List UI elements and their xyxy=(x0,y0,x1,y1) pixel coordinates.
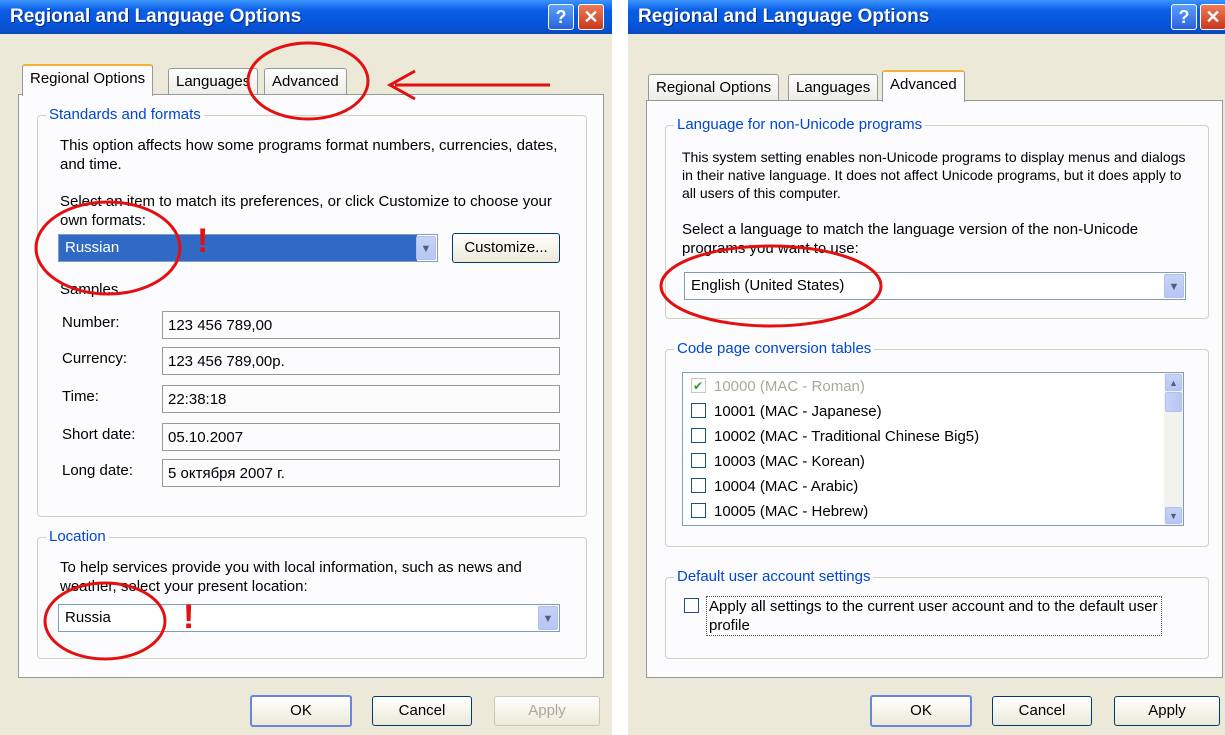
regional-options-dialog: Regional and Language Options ? ✕ Region… xyxy=(0,0,612,735)
annotation-marks xyxy=(659,244,883,328)
annotation-marks xyxy=(34,41,550,661)
tab-advanced[interactable]: Advanced xyxy=(882,70,965,102)
exclamation-mark: ! xyxy=(183,598,195,636)
exclamation-mark: ! xyxy=(197,222,209,260)
location-circle xyxy=(43,581,167,661)
advanced-dialog: Regional and Language Options ? ✕ Region… xyxy=(628,0,1225,735)
format-circle xyxy=(34,200,182,296)
advanced-tab-circle xyxy=(246,41,370,121)
tab-regional-options[interactable]: Regional Options xyxy=(22,64,154,96)
language-circle xyxy=(659,244,883,328)
